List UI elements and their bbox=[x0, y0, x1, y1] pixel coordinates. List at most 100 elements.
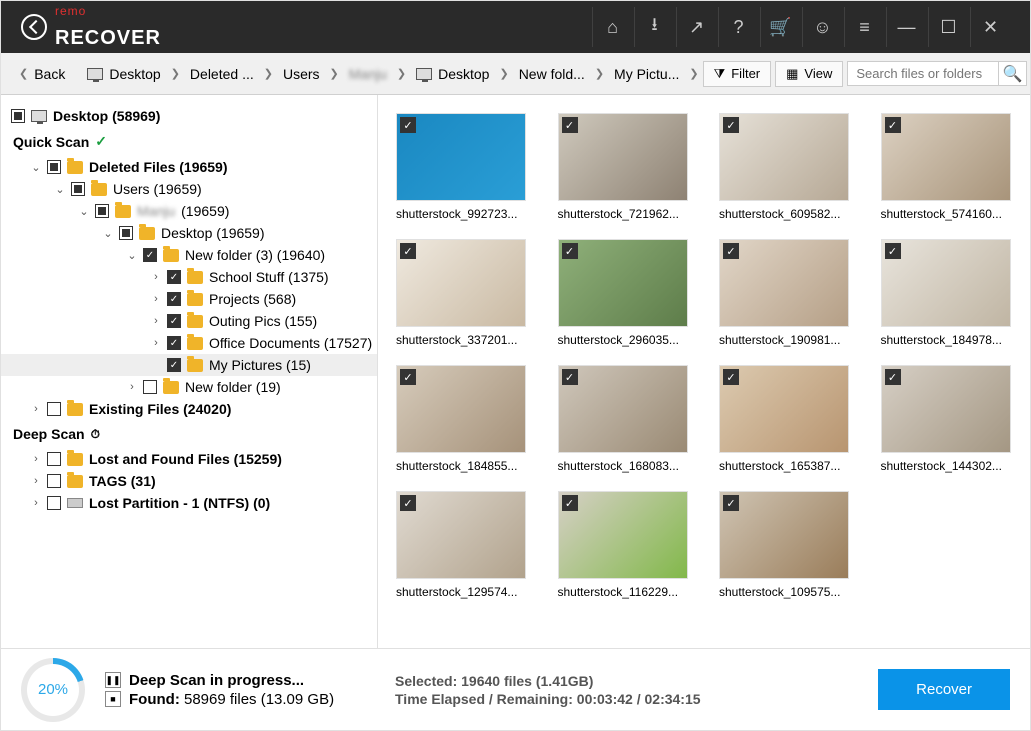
thumbnail-item[interactable]: ✓ shutterstock_184978... bbox=[881, 239, 1013, 347]
checkbox[interactable]: ✓ bbox=[167, 270, 181, 284]
thumbnail-item[interactable]: ✓ shutterstock_190981... bbox=[719, 239, 851, 347]
tree-item-users[interactable]: ⌄ Users (19659) bbox=[1, 178, 377, 200]
tree-item-desktop[interactable]: ⌄ Desktop (19659) bbox=[1, 222, 377, 244]
checkbox[interactable] bbox=[11, 109, 25, 123]
menu-icon[interactable]: ≡ bbox=[844, 7, 884, 47]
checkbox[interactable]: ✓ bbox=[167, 314, 181, 328]
filter-button[interactable]: ⧩ Filter bbox=[703, 61, 772, 87]
download-icon[interactable]: ⭳ bbox=[634, 7, 674, 47]
export-icon[interactable]: ↗ bbox=[676, 7, 716, 47]
tree-item-tags[interactable]: › TAGS (31) bbox=[1, 470, 377, 492]
chevron-down-icon[interactable]: ⌄ bbox=[79, 205, 89, 218]
checkbox[interactable] bbox=[47, 160, 61, 174]
thumbnail-item[interactable]: ✓ shutterstock_184855... bbox=[396, 365, 528, 473]
breadcrumb-item[interactable]: Users bbox=[277, 62, 326, 86]
thumbnail-checkbox[interactable]: ✓ bbox=[562, 243, 578, 259]
checkbox[interactable]: ✓ bbox=[143, 248, 157, 262]
tree-item-projects[interactable]: › ✓ Projects (568) bbox=[1, 288, 377, 310]
chevron-right-icon[interactable]: › bbox=[151, 293, 161, 305]
thumbnail-checkbox[interactable]: ✓ bbox=[562, 369, 578, 385]
tree-item-new-folder-3[interactable]: ⌄ ✓ New folder (3) (19640) bbox=[1, 244, 377, 266]
checkbox[interactable] bbox=[47, 452, 61, 466]
chevron-right-icon[interactable]: › bbox=[31, 453, 41, 465]
checkbox[interactable] bbox=[47, 474, 61, 488]
tree-item-lost-partition[interactable]: › Lost Partition - 1 (NTFS) (0) bbox=[1, 492, 377, 514]
checkbox[interactable] bbox=[143, 380, 157, 394]
tree-item-manju[interactable]: ⌄ Manju (19659) bbox=[1, 200, 377, 222]
tree-item-lost-found[interactable]: › Lost and Found Files (15259) bbox=[1, 448, 377, 470]
cart-icon[interactable]: 🛒 bbox=[760, 7, 800, 47]
thumbnail-checkbox[interactable]: ✓ bbox=[562, 117, 578, 133]
checkbox[interactable] bbox=[47, 402, 61, 416]
thumbnail-checkbox[interactable]: ✓ bbox=[885, 243, 901, 259]
user-icon[interactable]: ☺ bbox=[802, 7, 842, 47]
minimize-icon[interactable]: — bbox=[886, 7, 926, 47]
thumbnail-item[interactable]: ✓ shutterstock_992723... bbox=[396, 113, 528, 221]
thumbnail-item[interactable]: ✓ shutterstock_116229... bbox=[558, 491, 690, 599]
chevron-down-icon[interactable]: ⌄ bbox=[103, 227, 113, 240]
thumbnail-checkbox[interactable]: ✓ bbox=[885, 369, 901, 385]
thumbnail-checkbox[interactable]: ✓ bbox=[723, 117, 739, 133]
checkbox[interactable]: ✓ bbox=[167, 358, 181, 372]
breadcrumb-item[interactable]: Desktop bbox=[81, 62, 166, 86]
chevron-right-icon[interactable]: › bbox=[151, 271, 161, 283]
thumbnail-checkbox[interactable]: ✓ bbox=[400, 369, 416, 385]
thumbnail-item[interactable]: ✓ shutterstock_168083... bbox=[558, 365, 690, 473]
thumbnail-item[interactable]: ✓ shutterstock_165387... bbox=[719, 365, 851, 473]
stop-button[interactable]: ■ bbox=[105, 691, 121, 707]
thumbnail-item[interactable]: ✓ shutterstock_296035... bbox=[558, 239, 690, 347]
tree-item-outing-pics[interactable]: › ✓ Outing Pics (155) bbox=[1, 310, 377, 332]
close-icon[interactable]: ✕ bbox=[970, 7, 1010, 47]
tree-item-new-folder-19[interactable]: › New folder (19) bbox=[1, 376, 377, 398]
pause-button[interactable]: ❚❚ bbox=[105, 672, 121, 688]
chevron-right-icon[interactable]: › bbox=[31, 403, 41, 415]
checkbox[interactable] bbox=[71, 182, 85, 196]
breadcrumb-item[interactable]: Deleted ... bbox=[184, 62, 260, 86]
checkbox[interactable] bbox=[95, 204, 109, 218]
search-button[interactable]: 🔍 bbox=[998, 62, 1026, 85]
chevron-right-icon[interactable]: › bbox=[31, 475, 41, 487]
tree-item-deleted-files[interactable]: ⌄ Deleted Files (19659) bbox=[1, 156, 377, 178]
checkbox[interactable]: ✓ bbox=[167, 336, 181, 350]
breadcrumb-item[interactable]: New fold... bbox=[513, 62, 591, 86]
tree-item-school-stuff[interactable]: › ✓ School Stuff (1375) bbox=[1, 266, 377, 288]
tree-item-my-pictures[interactable]: ✓ My Pictures (15) bbox=[1, 354, 377, 376]
thumbnail-checkbox[interactable]: ✓ bbox=[562, 495, 578, 511]
search-input[interactable] bbox=[848, 62, 998, 85]
thumbnail-item[interactable]: ✓ shutterstock_337201... bbox=[396, 239, 528, 347]
chevron-right-icon[interactable]: › bbox=[151, 315, 161, 327]
thumbnail-checkbox[interactable]: ✓ bbox=[400, 117, 416, 133]
recover-button[interactable]: Recover bbox=[878, 669, 1010, 710]
thumbnail-checkbox[interactable]: ✓ bbox=[400, 495, 416, 511]
thumbnail-checkbox[interactable]: ✓ bbox=[885, 117, 901, 133]
checkbox[interactable] bbox=[119, 226, 133, 240]
chevron-down-icon[interactable]: ⌄ bbox=[31, 161, 41, 174]
chevron-right-icon[interactable]: › bbox=[151, 337, 161, 349]
thumbnail-item[interactable]: ✓ shutterstock_609582... bbox=[719, 113, 851, 221]
tree-root[interactable]: Desktop (58969) bbox=[1, 105, 377, 127]
breadcrumb-item[interactable]: My Pictu... bbox=[608, 62, 685, 86]
chevron-right-icon[interactable]: › bbox=[31, 497, 41, 509]
tree-item-office-documents[interactable]: › ✓ Office Documents (17527) bbox=[1, 332, 377, 354]
chevron-down-icon[interactable]: ⌄ bbox=[127, 249, 137, 262]
thumbnail-item[interactable]: ✓ shutterstock_721962... bbox=[558, 113, 690, 221]
checkbox[interactable] bbox=[47, 496, 61, 510]
help-icon[interactable]: ? bbox=[718, 7, 758, 47]
breadcrumb-item[interactable]: Manju bbox=[343, 62, 393, 86]
back-button[interactable]: ❮ Back bbox=[11, 62, 73, 86]
checkbox[interactable]: ✓ bbox=[167, 292, 181, 306]
thumbnail-item[interactable]: ✓ shutterstock_129574... bbox=[396, 491, 528, 599]
thumbnail-checkbox[interactable]: ✓ bbox=[723, 495, 739, 511]
home-icon[interactable]: ⌂ bbox=[592, 7, 632, 47]
thumbnail-item[interactable]: ✓ shutterstock_574160... bbox=[881, 113, 1013, 221]
thumbnail-checkbox[interactable]: ✓ bbox=[400, 243, 416, 259]
breadcrumb-item[interactable]: Desktop bbox=[410, 62, 495, 86]
thumbnail-item[interactable]: ✓ shutterstock_109575... bbox=[719, 491, 851, 599]
chevron-down-icon[interactable]: ⌄ bbox=[55, 183, 65, 196]
chevron-right-icon[interactable]: › bbox=[127, 381, 137, 393]
thumbnail-item[interactable]: ✓ shutterstock_144302... bbox=[881, 365, 1013, 473]
view-button[interactable]: ▦ View bbox=[775, 61, 843, 87]
thumbnail-checkbox[interactable]: ✓ bbox=[723, 369, 739, 385]
tree-item-existing-files[interactable]: › Existing Files (24020) bbox=[1, 398, 377, 420]
thumbnail-checkbox[interactable]: ✓ bbox=[723, 243, 739, 259]
